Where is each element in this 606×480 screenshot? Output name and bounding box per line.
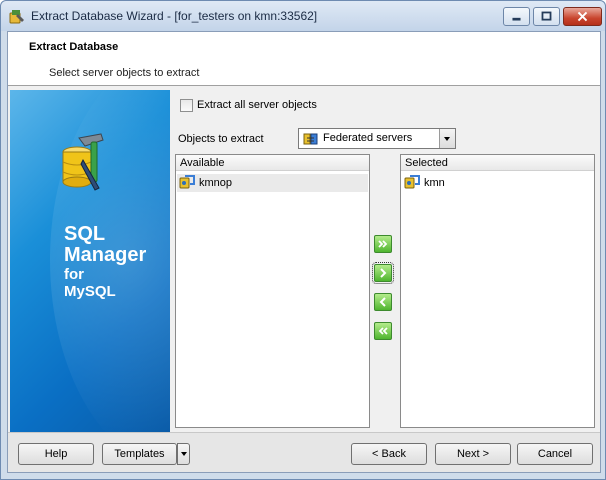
move-all-left-button[interactable]	[374, 322, 392, 340]
list-item[interactable]: kmnop	[177, 174, 368, 192]
available-item-label: kmnop	[199, 177, 233, 189]
chevron-down-icon	[444, 137, 450, 141]
maximize-button[interactable]	[533, 7, 560, 26]
wizard-header: Extract Database Select server objects t…	[8, 32, 600, 86]
help-button[interactable]: Help	[18, 443, 94, 465]
move-all-right-button[interactable]	[374, 235, 392, 253]
templates-dropdown-button[interactable]	[177, 443, 190, 465]
product-banner: SQL Manager for MySQL	[10, 90, 170, 432]
objects-type-select[interactable]: Federated servers	[298, 128, 456, 149]
step-title: Extract Database	[29, 41, 119, 53]
double-chevron-right-icon	[378, 240, 388, 248]
maximize-icon	[541, 11, 552, 21]
objects-to-extract-label: Objects to extract	[178, 133, 264, 145]
extract-all-checkbox[interactable]	[180, 99, 193, 112]
available-header-label: Available	[180, 157, 225, 169]
product-name-line: MySQL	[64, 283, 116, 300]
chevron-right-icon	[380, 268, 387, 278]
selected-header-label: Selected	[405, 157, 448, 169]
app-icon	[9, 10, 24, 24]
chevron-down-icon	[181, 452, 187, 456]
selected-list-header: Selected	[401, 155, 594, 171]
next-button[interactable]: Next >	[435, 443, 511, 465]
server-icon	[179, 175, 195, 189]
close-icon	[577, 11, 588, 22]
available-list-header: Available	[176, 155, 369, 171]
wizard-footer: Help Templates < Back Next > Cancel	[8, 432, 600, 472]
extract-all-label[interactable]: Extract all server objects	[197, 99, 317, 111]
templates-button[interactable]: Templates	[102, 443, 177, 465]
product-name: SQL Manager for MySQL	[64, 223, 147, 301]
minimize-icon	[512, 17, 521, 21]
selected-item-label: kmn	[424, 177, 445, 189]
product-name-line: for	[64, 266, 84, 283]
move-right-button[interactable]	[372, 262, 394, 284]
back-button[interactable]: < Back	[351, 443, 427, 465]
product-name-line: Manager	[64, 244, 147, 266]
cancel-button[interactable]: Cancel	[517, 443, 593, 465]
window-title: Extract Database Wizard - [for_testers o…	[31, 9, 318, 23]
product-logo-icon	[62, 133, 104, 191]
selected-list[interactable]: Selected kmn	[400, 154, 595, 428]
title-bar[interactable]: Extract Database Wizard - [for_testers o…	[1, 1, 605, 31]
objects-type-dropdown-button[interactable]	[439, 129, 455, 148]
objects-type-value: Federated servers	[323, 132, 413, 144]
product-name-line: SQL	[64, 223, 106, 245]
wizard-body: Extract Database Select server objects t…	[7, 31, 601, 473]
wizard-window: Extract Database Wizard - [for_testers o…	[0, 0, 606, 480]
chevron-left-icon	[379, 297, 386, 307]
double-chevron-left-icon	[378, 327, 388, 335]
server-icon	[404, 175, 420, 189]
close-button[interactable]	[563, 7, 602, 26]
available-list[interactable]: Available kmnop	[175, 154, 370, 428]
list-item[interactable]: kmn	[402, 174, 593, 192]
move-left-button[interactable]	[374, 293, 392, 311]
step-subtitle: Select server objects to extract	[49, 67, 200, 79]
minimize-button[interactable]	[503, 7, 530, 26]
federated-server-icon	[303, 133, 318, 145]
